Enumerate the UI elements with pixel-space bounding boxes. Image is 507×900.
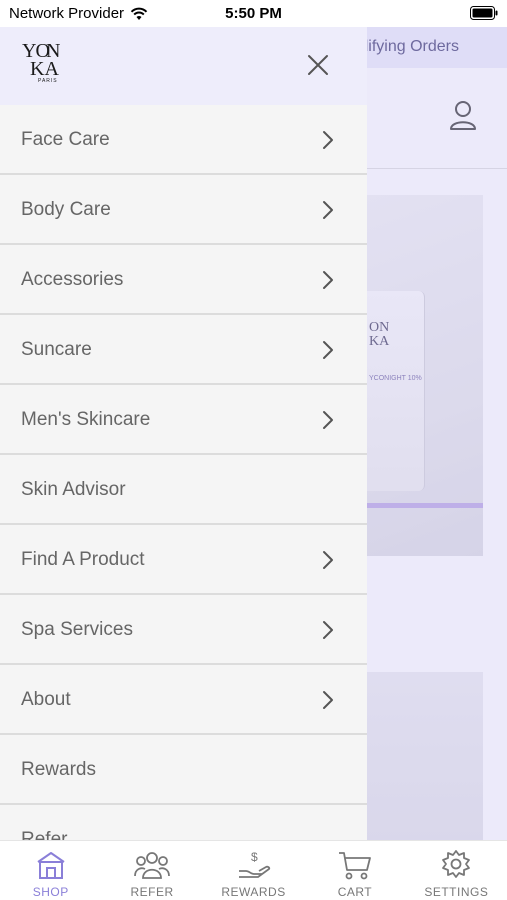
menu-item-label: Face Care xyxy=(21,129,110,150)
tab-refer[interactable]: REFER xyxy=(101,841,202,900)
svg-text:KA: KA xyxy=(30,58,59,80)
menu-item-label: About xyxy=(21,689,71,710)
battery-icon xyxy=(470,6,498,20)
menu-item-about[interactable]: About xyxy=(0,665,367,735)
menu-item-find-a-product[interactable]: Find A Product xyxy=(0,525,367,595)
svg-text:PARIS: PARIS xyxy=(38,78,58,83)
tab-shop[interactable]: SHOP xyxy=(0,841,101,900)
menu-item-spa-services[interactable]: Spa Services xyxy=(0,595,367,665)
menu-item-label: Spa Services xyxy=(21,619,133,640)
tab-cart[interactable]: CART xyxy=(304,841,405,900)
tab-rewards-label: REWARDS xyxy=(221,885,286,899)
menu-item-label: Body Care xyxy=(21,199,111,220)
refer-icon xyxy=(134,852,171,879)
bottom-tab-bar: SHOP REFER $ REWARDS CART SETTINGS xyxy=(0,840,507,900)
cart-icon xyxy=(338,852,371,880)
status-bar: Network Provider 5:50 PM xyxy=(0,0,507,27)
yonka-logo: YO N KA PARIS xyxy=(22,40,60,83)
menu-item-rewards[interactable]: Rewards xyxy=(0,735,367,805)
chevron-right-icon xyxy=(323,271,333,289)
menu-item-men-s-skincare[interactable]: Men's Skincare xyxy=(0,385,367,455)
drawer-menu-list: Face Care Body Care Accessories Suncare Men'… xyxy=(0,105,367,840)
status-time: 5:50 PM xyxy=(225,5,282,22)
close-icon[interactable] xyxy=(304,51,332,79)
menu-item-label: Skin Advisor xyxy=(21,479,126,500)
chevron-right-icon xyxy=(323,341,333,359)
chevron-right-icon xyxy=(323,411,333,429)
chevron-right-icon xyxy=(323,201,333,219)
chevron-right-icon xyxy=(323,131,333,149)
menu-item-body-care[interactable]: Body Care xyxy=(0,175,367,245)
tab-shop-label: SHOP xyxy=(32,885,69,899)
tab-cart-label: CART xyxy=(337,885,373,899)
menu-item-refer[interactable]: Refer xyxy=(0,805,367,840)
rewards-icon: $ xyxy=(238,850,270,878)
menu-item-label: Rewards xyxy=(21,759,96,780)
chevron-right-icon xyxy=(323,551,333,569)
menu-item-face-care[interactable]: Face Care xyxy=(0,105,367,175)
side-drawer: YO N KA PARIS Face Care Body Care Accessor… xyxy=(0,27,367,840)
menu-item-label: Find A Product xyxy=(21,549,145,570)
menu-item-label: Men's Skincare xyxy=(21,409,151,430)
chevron-right-icon xyxy=(323,621,333,639)
tab-settings-label: SETTINGS xyxy=(424,885,489,899)
tab-settings[interactable]: SETTINGS xyxy=(406,841,507,900)
menu-item-suncare[interactable]: Suncare xyxy=(0,315,367,385)
menu-item-label: Refer xyxy=(21,829,68,840)
menu-item-label: Accessories xyxy=(21,269,124,290)
menu-item-skin-advisor[interactable]: Skin Advisor xyxy=(0,455,367,525)
menu-item-label: Suncare xyxy=(21,339,92,360)
chevron-right-icon xyxy=(323,691,333,709)
tab-rewards[interactable]: $ REWARDS xyxy=(203,841,304,900)
tab-refer-label: REFER xyxy=(130,885,174,899)
menu-item-accessories[interactable]: Accessories xyxy=(0,245,367,315)
settings-icon xyxy=(442,850,471,878)
drawer-header: YO N KA PARIS xyxy=(0,27,367,105)
svg-text:$: $ xyxy=(251,850,258,864)
shop-icon xyxy=(37,852,65,879)
